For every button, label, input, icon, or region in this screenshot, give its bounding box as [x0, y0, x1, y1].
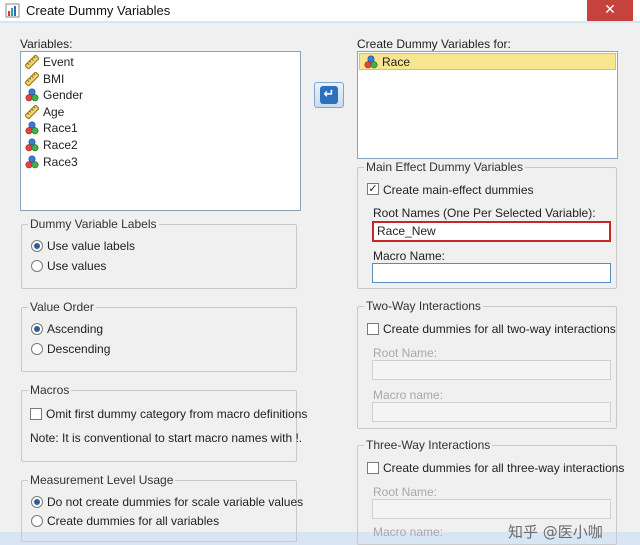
variable-item[interactable]: BMI: [21, 70, 300, 88]
two-way-group: Two-Way Interactions Create dummies for …: [357, 299, 617, 429]
variable-item-label: Race1: [43, 121, 78, 136]
nominal-balls-icon: [25, 138, 39, 152]
move-to-target-button[interactable]: ↵: [314, 82, 344, 108]
variable-item-label: Race3: [43, 154, 78, 169]
variable-item-label: BMI: [43, 71, 65, 86]
nominal-balls-icon: [25, 121, 39, 135]
variable-item[interactable]: Event: [21, 54, 300, 71]
window-title: Create Dummy Variables: [26, 3, 171, 18]
macro-note: Note: It is conventional to start macro …: [30, 431, 303, 445]
descending-radio[interactable]: [31, 343, 43, 355]
use-values-radio[interactable]: [31, 260, 43, 272]
two-way-checkbox[interactable]: [367, 323, 379, 335]
main-effect-group: Main Effect Dummy Variables ✓ Create mai…: [357, 160, 617, 289]
variable-item-label: Event: [43, 55, 74, 69]
macros-legend: Macros: [28, 383, 72, 397]
variables-label: Variables:: [20, 37, 73, 51]
ascending-label[interactable]: Ascending: [47, 322, 103, 336]
use-value-labels-radio[interactable]: [31, 240, 43, 252]
omit-first-label[interactable]: Omit first dummy category from macro def…: [46, 407, 307, 421]
variable-item[interactable]: Age: [21, 104, 300, 121]
root-names-label: Root Names (One Per Selected Variable):: [373, 206, 596, 220]
variable-item-label: Race2: [43, 137, 78, 152]
three-way-root-input: [372, 499, 611, 519]
ascending-radio[interactable]: [31, 323, 43, 335]
target-item[interactable]: Race: [359, 53, 616, 70]
two-way-root-label: Root Name:: [373, 346, 438, 360]
dialog-body: Variables: Event BMI Gender Age Race1 Race2 Ra…: [0, 23, 640, 545]
variable-item[interactable]: Race3: [21, 154, 300, 171]
all-variables-label[interactable]: Create dummies for all variables: [47, 514, 219, 528]
two-way-legend: Two-Way Interactions: [364, 299, 483, 313]
three-way-macro-label: Macro name:: [373, 525, 444, 539]
dummy-labels-group: Dummy Variable Labels Use value labels U…: [21, 217, 297, 289]
dummy-labels-legend: Dummy Variable Labels: [28, 217, 159, 231]
value-order-legend: Value Order: [28, 300, 96, 314]
scale-ruler-icon: [24, 104, 40, 120]
close-icon: ✕: [604, 2, 616, 18]
scale-ruler-icon: [24, 54, 40, 70]
target-listbox[interactable]: Race: [357, 51, 618, 159]
nominal-balls-icon: [25, 88, 39, 102]
target-item-label: Race: [382, 55, 411, 69]
checkmark-icon: ✓: [368, 182, 378, 195]
root-names-value: Race_New: [377, 224, 436, 238]
macros-group: Macros Omit first dummy category from ma…: [21, 383, 307, 462]
two-way-label[interactable]: Create dummies for all two-way interacti…: [383, 322, 616, 336]
measurement-group: Measurement Level Usage Do not create du…: [21, 473, 303, 542]
main-effect-legend: Main Effect Dummy Variables: [364, 160, 525, 174]
nominal-balls-icon: [364, 55, 378, 69]
use-value-labels-label[interactable]: Use value labels: [47, 239, 135, 253]
three-way-legend: Three-Way Interactions: [364, 438, 493, 452]
create-main-effect-label[interactable]: Create main-effect dummies: [383, 183, 534, 197]
create-main-effect-checkbox[interactable]: ✓: [367, 183, 379, 195]
scale-ruler-icon: [24, 70, 40, 87]
title-bar: Create Dummy Variables ✕: [0, 0, 640, 22]
omit-first-checkbox[interactable]: [30, 408, 42, 420]
three-way-root-label: Root Name:: [373, 485, 438, 499]
variable-item-label: Age: [43, 104, 65, 119]
nominal-balls-icon: [25, 155, 39, 169]
close-button[interactable]: ✕: [587, 0, 633, 21]
use-values-label[interactable]: Use values: [47, 259, 106, 273]
move-arrow-icon: ↵: [320, 86, 338, 104]
spss-app-icon: [5, 3, 20, 18]
no-scale-dummies-radio[interactable]: [31, 496, 43, 508]
variable-item[interactable]: Race1: [21, 120, 300, 137]
measurement-legend: Measurement Level Usage: [28, 473, 176, 487]
value-order-group: Value Order Ascending Descending: [21, 300, 297, 372]
variables-listbox[interactable]: Event BMI Gender Age Race1 Race2 Race3: [20, 51, 301, 211]
two-way-root-input: [372, 360, 611, 380]
variable-item[interactable]: Race2: [21, 137, 300, 154]
all-variables-radio[interactable]: [31, 515, 43, 527]
no-scale-dummies-label[interactable]: Do not create dummies for scale variable…: [47, 495, 303, 509]
two-way-macro-input: [372, 402, 611, 422]
two-way-macro-label: Macro name:: [373, 388, 444, 402]
root-names-input[interactable]: Race_New: [372, 221, 611, 242]
variable-item-label: Gender: [43, 88, 84, 103]
three-way-checkbox[interactable]: [367, 462, 379, 474]
variable-item[interactable]: Gender: [21, 87, 300, 104]
three-way-label[interactable]: Create dummies for all three-way interac…: [383, 461, 624, 475]
descending-label[interactable]: Descending: [47, 342, 110, 356]
macro-name-label: Macro Name:: [373, 249, 446, 263]
target-label: Create Dummy Variables for:: [357, 37, 511, 51]
macro-name-input[interactable]: [372, 263, 611, 283]
